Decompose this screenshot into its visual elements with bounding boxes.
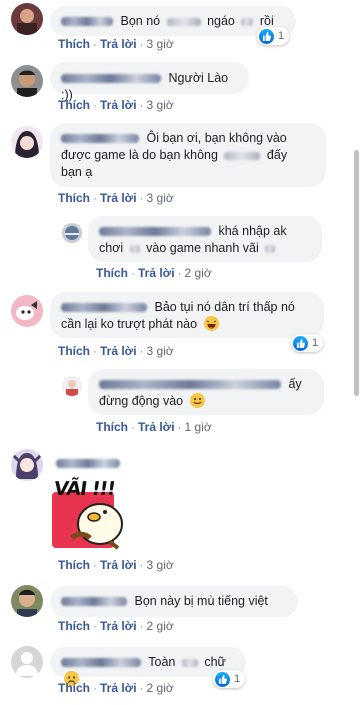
reaction-count[interactable]: 1 <box>213 670 246 688</box>
timestamp[interactable]: 3 giờ <box>147 98 174 112</box>
comment-text: Bảo tụi nó dân trí thấp nó <box>154 300 295 314</box>
timestamp[interactable]: 3 giờ <box>147 558 174 572</box>
comment-text: Ôi bạn ơi, bạn không vào <box>146 131 287 145</box>
comment-actions: Thích · Trả lời · 1 giờ <box>96 420 212 434</box>
reply-link[interactable]: Trả lời <box>100 619 137 633</box>
like-link[interactable]: Thích <box>96 420 128 434</box>
comment-actions: Thích · Trả lời · 2 giờ <box>58 619 174 633</box>
reply-link[interactable]: Trả lời <box>100 558 137 572</box>
reply-link[interactable]: Trả lời <box>100 37 137 51</box>
comment-text: ấy <box>288 377 302 391</box>
comment-bubble: Ôi bạn ơi, bạn không vào được game là do… <box>50 123 326 187</box>
comment-bubble: Bọn này bị mù tiếng việt <box>50 586 298 617</box>
commenter-name[interactable] <box>61 74 161 84</box>
laughing-emoji-icon <box>203 316 219 331</box>
reply-bubble: ấy đừng động vào <box>88 369 324 415</box>
timestamp[interactable]: 3 giờ <box>147 37 174 51</box>
reply-link[interactable]: Trả lời <box>138 266 175 280</box>
timestamp[interactable]: 1 giờ <box>185 420 212 434</box>
comment-actions: Thích · Trả lời · 3 giờ <box>58 191 174 205</box>
like-link[interactable]: Thích <box>58 681 90 695</box>
sticker[interactable]: VÃI !!! <box>50 472 132 552</box>
timestamp[interactable]: 3 giờ <box>147 344 174 358</box>
avatar[interactable] <box>62 223 82 243</box>
timestamp[interactable]: 2 giờ <box>185 266 212 280</box>
avatar[interactable] <box>11 646 43 678</box>
comment-text: vào game nhanh vãi <box>146 241 259 255</box>
comment-actions: Thích · Trả lời · 3 giờ <box>58 37 174 51</box>
like-link[interactable]: Thích <box>58 344 90 358</box>
reply-link[interactable]: Trả lời <box>138 420 175 434</box>
commenter-name[interactable] <box>61 303 147 313</box>
like-link[interactable]: Thích <box>58 98 90 112</box>
like-link[interactable]: Thích <box>58 191 90 205</box>
comment-text: rồi <box>259 14 274 28</box>
timestamp[interactable]: 2 giờ <box>147 619 174 633</box>
commenter-name[interactable] <box>61 134 139 144</box>
comment-text: bạn ạ <box>61 165 93 179</box>
scrollbar-thumb[interactable] <box>354 150 359 396</box>
reaction-count[interactable]: 1 <box>257 27 290 45</box>
sticker-text: VÃI !!! <box>52 478 117 500</box>
commenter-name[interactable] <box>61 597 127 607</box>
comment-text: được game là do bạn không <box>61 148 218 162</box>
comment-text: Toàn <box>148 655 176 669</box>
comment-bubble: Người Lào :)) <box>50 62 249 102</box>
avatar[interactable] <box>11 126 43 158</box>
comment-text: Bọn nó <box>120 14 161 28</box>
comment-text: đấy <box>266 148 288 162</box>
like-icon <box>259 28 274 44</box>
comment-actions: Thích · Trả lời · 3 giờ <box>58 98 174 112</box>
like-icon <box>293 335 308 351</box>
comment-text: chơi <box>99 241 124 255</box>
avatar[interactable] <box>11 585 43 617</box>
reaction-count[interactable]: 1 <box>291 334 324 352</box>
reply-link[interactable]: Trả lời <box>100 191 137 205</box>
avatar[interactable] <box>11 3 43 35</box>
reply-link[interactable]: Trả lời <box>100 98 137 112</box>
avatar[interactable] <box>11 295 43 327</box>
reply-link[interactable]: Trả lời <box>100 681 137 695</box>
like-link[interactable]: Thích <box>96 266 128 280</box>
avatar[interactable] <box>11 65 43 97</box>
commenter-name[interactable] <box>56 459 120 468</box>
comment-actions: Thích · Trả lời · 2 giờ <box>96 266 212 280</box>
avatar[interactable] <box>62 376 82 396</box>
comment-actions: Thích · Trả lời · 3 giờ <box>58 344 174 358</box>
comment-text: khá nhập ak <box>218 224 287 238</box>
like-link[interactable]: Thích <box>58 558 90 572</box>
reply-bubble: khá nhập ak chơi vào game nhanh vãi <box>88 216 322 262</box>
comment-text: Bọn này bị mù tiếng việt <box>134 594 268 608</box>
commenter-name[interactable] <box>61 17 113 27</box>
comment-actions: Thích · Trả lời · 2 giờ <box>58 681 174 695</box>
comment-bubble: Bảo tụi nó dân trí thấp nó cần lại ko tr… <box>50 292 324 338</box>
avatar[interactable] <box>11 449 43 481</box>
like-icon <box>215 671 230 687</box>
commenter-name[interactable] <box>99 227 211 237</box>
commenter-name[interactable] <box>61 658 141 668</box>
smile-emoji-icon <box>189 393 205 408</box>
timestamp[interactable]: 2 giờ <box>147 681 174 695</box>
comment-text: ngáo <box>207 14 235 28</box>
comment-text: đừng động vào <box>99 394 184 408</box>
like-link[interactable]: Thích <box>58 619 90 633</box>
comment-actions: Thích · Trả lời · 3 giờ <box>58 558 174 572</box>
commenter-name[interactable] <box>99 380 281 390</box>
comment-text: chữ <box>204 655 226 669</box>
timestamp[interactable]: 3 giờ <box>147 191 174 205</box>
like-link[interactable]: Thích <box>58 37 90 51</box>
comment-text: cần lại ko trượt phát nào <box>61 317 198 331</box>
reply-link[interactable]: Trả lời <box>100 344 137 358</box>
